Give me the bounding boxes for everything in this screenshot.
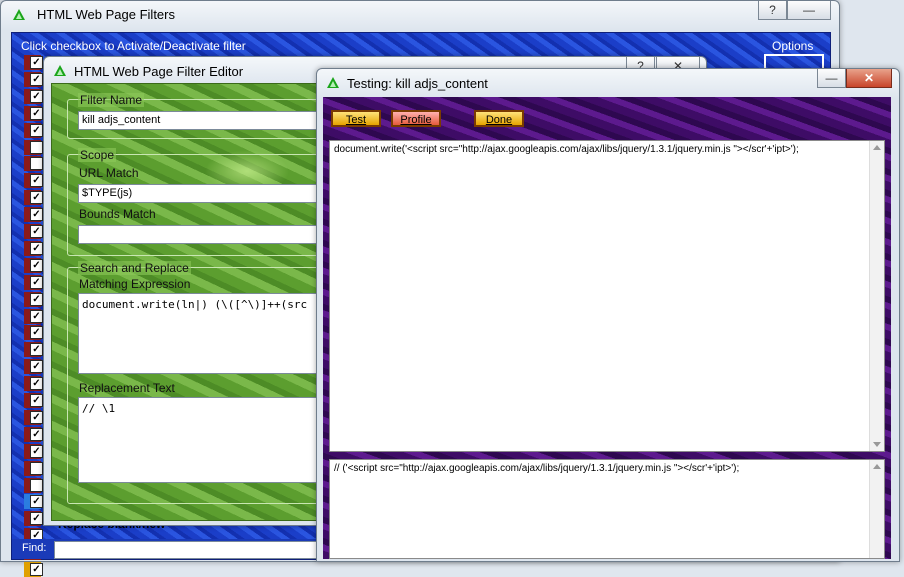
filter-checkbox[interactable]: ✓ xyxy=(30,275,43,289)
filter-checkbox[interactable] xyxy=(30,140,43,154)
profile-button[interactable]: Profile xyxy=(391,110,441,127)
editor-app-icon xyxy=(54,65,66,76)
scope-legend: Scope xyxy=(78,148,117,162)
filter-checkbox[interactable]: ✓ xyxy=(30,72,43,86)
filter-checkbox[interactable]: ✓ xyxy=(30,410,43,424)
input-scrollbar[interactable] xyxy=(869,141,884,451)
filter-checkbox[interactable]: ✓ xyxy=(30,106,43,120)
filter-checkbox[interactable]: ✓ xyxy=(30,123,43,137)
test-input-text: document.write('<script src="http://ajax… xyxy=(334,144,799,155)
testing-titlebar[interactable]: Testing: kill adjs_content — ✕ xyxy=(317,69,899,97)
testing-app-icon xyxy=(327,77,339,88)
output-scrollbar[interactable] xyxy=(869,460,884,558)
minimize-button[interactable]: — xyxy=(787,1,831,20)
filter-checkbox[interactable] xyxy=(30,461,43,475)
filter-checkbox[interactable]: ✓ xyxy=(30,241,43,255)
test-output-text: // ('<script src="http://ajax.googleapis… xyxy=(334,463,740,474)
filter-checkbox[interactable]: ✓ xyxy=(30,360,43,374)
testing-close-button[interactable]: ✕ xyxy=(846,69,892,88)
filter-checkbox[interactable]: ✓ xyxy=(30,225,43,238)
testing-window-title: Testing: kill adjs_content xyxy=(347,76,488,91)
filter-checkbox[interactable]: ✓ xyxy=(30,427,43,441)
filter-checkbox[interactable]: ✓ xyxy=(30,309,43,323)
filter-checkbox[interactable] xyxy=(30,157,43,171)
done-button[interactable]: Done xyxy=(474,110,524,127)
test-input-textarea[interactable]: document.write('<script src="http://ajax… xyxy=(329,140,885,452)
scroll-up-icon[interactable] xyxy=(873,145,881,150)
url-match-label: URL Match xyxy=(79,166,139,180)
testing-window: Testing: kill adjs_content — ✕ Test Prof… xyxy=(316,68,900,562)
editor-window-title: HTML Web Page Filter Editor xyxy=(74,64,244,79)
scroll-down-icon[interactable] xyxy=(873,442,881,447)
testing-body: Test Profile Done document.write('<scrip… xyxy=(323,97,891,559)
main-titlebar[interactable]: HTML Web Page Filters ? — xyxy=(1,1,839,29)
filter-checkbox[interactable]: ✓ xyxy=(30,495,43,509)
filter-checkbox[interactable]: ✓ xyxy=(30,292,43,306)
filter-checkbox[interactable]: ✓ xyxy=(30,377,43,391)
filter-checkbox[interactable]: ✓ xyxy=(30,512,43,526)
find-label: Find: xyxy=(22,542,47,554)
test-button[interactable]: Test xyxy=(331,110,381,127)
help-button[interactable]: ? xyxy=(758,1,787,20)
filter-checkbox[interactable]: ✓ xyxy=(30,343,43,357)
replacement-text-label: Replacement Text xyxy=(79,381,175,395)
app-icon xyxy=(13,9,25,20)
filter-checkbox[interactable]: ✓ xyxy=(30,56,43,69)
find-input[interactable] xyxy=(54,541,359,559)
search-replace-legend: Search and Replace xyxy=(78,261,191,275)
activate-hint: Click checkbox to Activate/Deactivate fi… xyxy=(21,39,246,53)
test-output-textarea[interactable]: // ('<script src="http://ajax.googleapis… xyxy=(329,459,885,559)
filter-checkbox[interactable]: ✓ xyxy=(30,258,43,272)
filter-checkbox[interactable]: ✓ xyxy=(30,394,43,407)
matching-expression-label: Matching Expression xyxy=(79,277,191,291)
main-window-title: HTML Web Page Filters xyxy=(37,7,175,22)
filter-checkbox[interactable]: ✓ xyxy=(30,208,43,222)
options-label: Options xyxy=(772,39,814,53)
output-scroll-up-icon[interactable] xyxy=(873,464,881,469)
filter-checkbox[interactable]: ✓ xyxy=(30,89,43,103)
bounds-match-label: Bounds Match xyxy=(79,207,156,221)
filter-checkbox[interactable] xyxy=(30,478,43,492)
filter-checkbox[interactable]: ✓ xyxy=(30,174,43,188)
filter-checkbox[interactable]: ✓ xyxy=(30,326,43,340)
filter-checkbox[interactable]: ✓ xyxy=(30,563,43,576)
testing-toolbar: Test Profile Done xyxy=(331,110,631,130)
filter-checkbox[interactable]: ✓ xyxy=(30,444,43,458)
filter-checkbox[interactable]: ✓ xyxy=(30,191,43,205)
filter-name-legend: Filter Name xyxy=(78,93,145,107)
testing-minimize-button[interactable]: — xyxy=(817,69,846,88)
